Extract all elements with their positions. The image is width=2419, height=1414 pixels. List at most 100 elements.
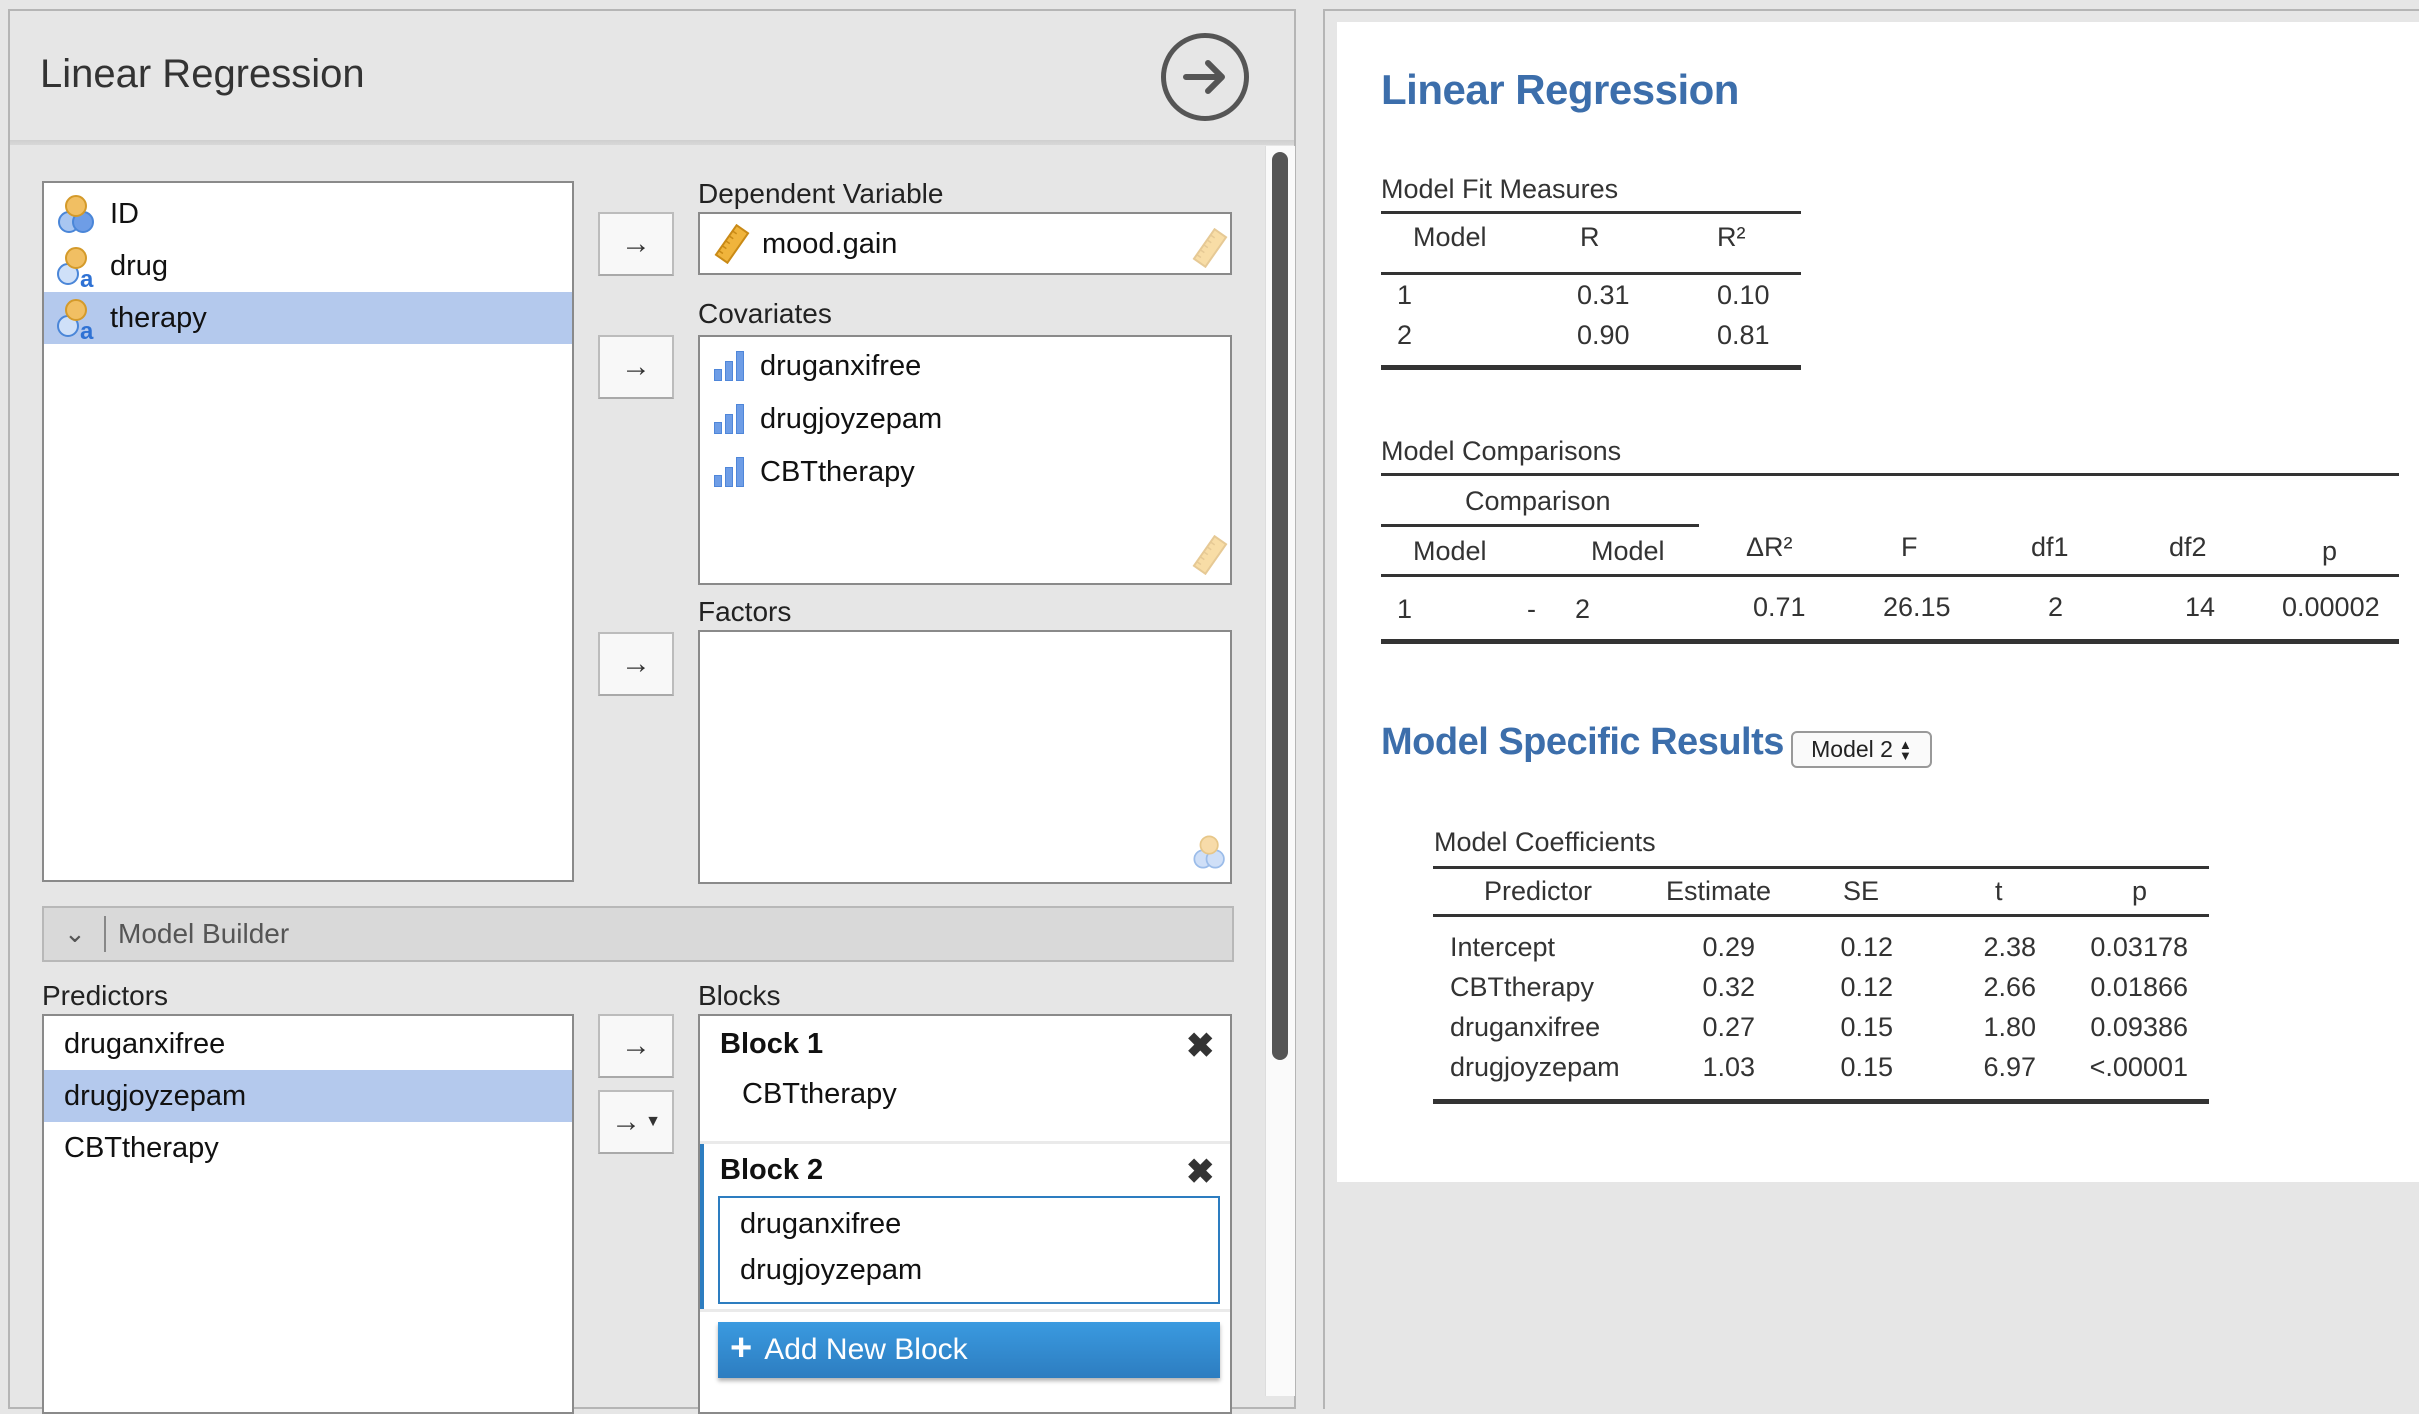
model-select-value: Model 2 <box>1811 736 1893 762</box>
comparisons-cell: 14 <box>2185 592 2216 622</box>
comparisons-col: df1 <box>2031 532 2069 562</box>
block-term[interactable]: drugjoyzepam <box>740 1254 922 1287</box>
coef-value-cell: 0.29 <box>1702 932 1755 962</box>
covariate-item[interactable]: drugjoyzepam <box>714 394 942 444</box>
comparisons-cell: 0.00002 <box>2282 592 2380 622</box>
coef-value-cell: 0.03178 <box>2090 932 2188 962</box>
coef-predictor-cell: druganxifree <box>1450 1012 1601 1042</box>
fit-cell: 0.31 <box>1577 280 1630 310</box>
table-rule <box>1381 524 1699 527</box>
block-term[interactable]: druganxifree <box>740 1208 901 1241</box>
nominal-text-variable-icon: a <box>54 295 100 345</box>
variable-item-id[interactable]: ID <box>44 188 572 240</box>
updown-caret-icon: ▲ ▼ <box>1898 736 1912 763</box>
continuous-ruler-icon <box>1192 535 1228 575</box>
covariate-item[interactable]: CBTtherapy <box>714 447 915 497</box>
dependent-variable-label: Dependent Variable <box>698 178 944 209</box>
model-builder-label: Model Builder <box>118 918 290 949</box>
remove-block-icon[interactable]: ✖ <box>1186 1026 1215 1066</box>
add-interaction-menu-button[interactable]: → ▼ <box>598 1090 674 1154</box>
coef-value-cell: 6.97 <box>1983 1052 2036 1082</box>
arrow-circle-right-icon <box>1183 60 1225 94</box>
separator <box>104 916 106 952</box>
add-to-block-button[interactable]: → <box>598 1014 674 1078</box>
table-rule <box>1381 272 1801 275</box>
comparison-group-header: Comparison <box>1465 486 1611 516</box>
block-2[interactable]: Block 2 ✖ druganxifree drugjoyzepam <box>700 1144 1230 1309</box>
coef-value-cell: 0.27 <box>1702 1012 1755 1042</box>
coef-value-cell: 0.32 <box>1702 972 1755 1002</box>
results-title: Linear Regression <box>1381 66 1739 113</box>
factors-label: Factors <box>698 596 792 627</box>
variable-name: ID <box>110 197 139 230</box>
fit-cell: 0.10 <box>1717 280 1770 310</box>
coef-predictor-cell: Intercept <box>1450 932 1556 962</box>
fit-cell: 1 <box>1397 280 1413 310</box>
options-scrollbar-thumb[interactable] <box>1272 152 1288 1060</box>
svg-text:a: a <box>80 266 94 289</box>
comparisons-cell: 2 <box>1575 594 1591 624</box>
table-rule <box>1381 574 2399 577</box>
coef-value-cell: 0.12 <box>1840 972 1893 1002</box>
move-to-factors-button[interactable]: → <box>598 632 674 696</box>
model-builder-toggle[interactable]: ⌄ Model Builder <box>42 906 1234 962</box>
coef-value-cell: 1.03 <box>1702 1052 1755 1082</box>
remove-block-icon[interactable]: ✖ <box>1186 1152 1215 1192</box>
caret-down-icon: ▼ <box>645 1113 661 1130</box>
block-terms-list[interactable]: druganxifree drugjoyzepam <box>718 1196 1220 1304</box>
arrow-right-icon: → <box>621 647 651 680</box>
header-divider <box>10 140 1294 145</box>
fit-table-title: Model Fit Measures <box>1381 174 1619 204</box>
comparisons-cell: 26.15 <box>1883 592 1951 622</box>
variable-list[interactable]: ID a drug a therapy <box>42 181 574 882</box>
coef-value-cell: 2.66 <box>1983 972 2036 1002</box>
dependent-variable-name: mood.gain <box>762 227 898 260</box>
arrow-right-icon: → <box>621 1029 651 1062</box>
nominal-text-variable-icon: a <box>54 243 100 293</box>
coef-value-cell: 0.09386 <box>2090 1012 2188 1042</box>
variable-item-therapy[interactable]: a therapy <box>44 292 572 345</box>
run-analysis-button[interactable] <box>1161 33 1249 121</box>
block-1[interactable]: Block 1 ✖ CBTtherapy <box>700 1016 1230 1141</box>
variable-item-drug[interactable]: a drug <box>44 240 572 293</box>
add-new-block-button[interactable]: + Add New Block <box>718 1322 1220 1378</box>
dependent-variable-item[interactable]: mood.gain <box>714 219 897 269</box>
variable-name: drug <box>110 249 169 282</box>
table-rule <box>1381 639 2399 644</box>
continuous-ruler-icon <box>1192 228 1228 268</box>
model-specific-title: Model Specific Results <box>1381 721 1784 763</box>
coef-value-cell: 0.15 <box>1840 1052 1893 1082</box>
blocks-label: Blocks <box>698 980 781 1011</box>
block-divider <box>700 1309 1230 1312</box>
move-to-dependent-button[interactable]: → <box>598 212 674 276</box>
move-to-covariates-button[interactable]: → <box>598 335 674 399</box>
add-new-block-label: Add New Block <box>764 1333 968 1366</box>
block-term[interactable]: CBTtherapy <box>742 1078 897 1111</box>
comparisons-table-title: Model Comparisons <box>1381 436 1622 466</box>
covariates-box[interactable]: druganxifree drugjoyzepam CBTtherapy <box>698 335 1232 585</box>
variable-name: therapy <box>110 301 207 334</box>
predictor-item[interactable]: CBTtherapy <box>44 1122 572 1174</box>
predictors-list[interactable]: druganxifree drugjoyzepam CBTtherapy <box>42 1014 574 1414</box>
covariate-item[interactable]: druganxifree <box>714 341 921 391</box>
coef-col: p <box>2132 876 2148 906</box>
predictor-name: drugjoyzepam <box>64 1079 247 1112</box>
predictor-item[interactable]: drugjoyzepam <box>44 1070 572 1122</box>
fit-col-r2: R² <box>1717 222 1746 252</box>
coef-value-cell: 0.01866 <box>2090 972 2188 1002</box>
factors-box[interactable] <box>698 630 1232 884</box>
arrow-right-icon: → <box>611 1105 642 1138</box>
predictor-item[interactable]: druganxifree <box>44 1018 572 1070</box>
model-select[interactable]: Model 2 ▲ ▼ <box>1791 731 1932 768</box>
id-variable-icon <box>54 191 100 237</box>
coef-value-cell: 2.38 <box>1983 932 2036 962</box>
fit-cell: 0.81 <box>1717 320 1770 350</box>
arrow-right-icon: → <box>621 227 651 260</box>
table-rule <box>1381 473 2399 476</box>
coefficients-table-title: Model Coefficients <box>1434 827 1656 857</box>
coef-col: Estimate <box>1666 876 1772 906</box>
table-rule <box>1433 914 2209 917</box>
dependent-variable-box[interactable]: mood.gain <box>698 212 1232 275</box>
coef-value-cell: 0.15 <box>1840 1012 1893 1042</box>
comparisons-col: ΔR² <box>1746 532 1793 562</box>
